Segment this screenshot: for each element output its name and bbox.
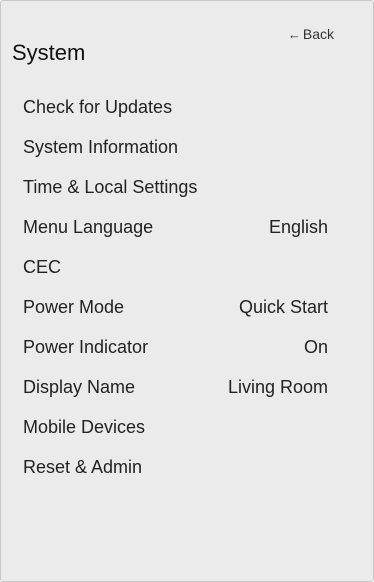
back-button[interactable]: ← Back bbox=[288, 26, 334, 42]
menu-item-label: Check for Updates bbox=[23, 96, 173, 117]
system-menu-panel: ← Back System Check for Updates System I… bbox=[0, 0, 374, 582]
menu-item-mobile-devices[interactable]: Mobile Devices bbox=[12, 407, 337, 447]
menu-item-power-mode[interactable]: Power Mode Quick Start bbox=[12, 287, 337, 327]
menu-item-label: Mobile Devices bbox=[23, 416, 146, 437]
power-mode-value: Quick Start bbox=[238, 296, 328, 317]
menu-item-label: Menu Language bbox=[23, 216, 154, 237]
menu-item-time-local-settings[interactable]: Time & Local Settings bbox=[12, 167, 337, 207]
menu-item-label: Power Indicator bbox=[23, 336, 149, 357]
menu-item-label: System Information bbox=[23, 136, 179, 157]
menu-item-label: Power Mode bbox=[23, 296, 125, 317]
back-label: Back bbox=[302, 26, 334, 42]
power-indicator-value: On bbox=[303, 336, 328, 357]
menu-item-label: CEC bbox=[23, 256, 62, 277]
menu-item-power-indicator[interactable]: Power Indicator On bbox=[12, 327, 337, 367]
menu-item-display-name[interactable]: Display Name Living Room bbox=[12, 367, 337, 407]
menu-item-label: Display Name bbox=[23, 376, 136, 397]
settings-menu: Check for Updates System Information Tim… bbox=[12, 87, 337, 487]
menu-item-system-information[interactable]: System Information bbox=[12, 127, 337, 167]
menu-item-label: Time & Local Settings bbox=[23, 176, 198, 197]
display-name-value: Living Room bbox=[227, 376, 328, 397]
page-title: System bbox=[12, 40, 86, 65]
menu-item-menu-language[interactable]: Menu Language English bbox=[12, 207, 337, 247]
menu-item-label: Reset & Admin bbox=[23, 456, 143, 477]
menu-item-reset-admin[interactable]: Reset & Admin bbox=[12, 447, 337, 487]
menu-item-cec[interactable]: CEC bbox=[12, 247, 337, 287]
arrow-left-icon: ← bbox=[287, 26, 301, 42]
menu-item-check-for-updates[interactable]: Check for Updates bbox=[12, 87, 337, 127]
menu-language-value: English bbox=[268, 216, 328, 237]
